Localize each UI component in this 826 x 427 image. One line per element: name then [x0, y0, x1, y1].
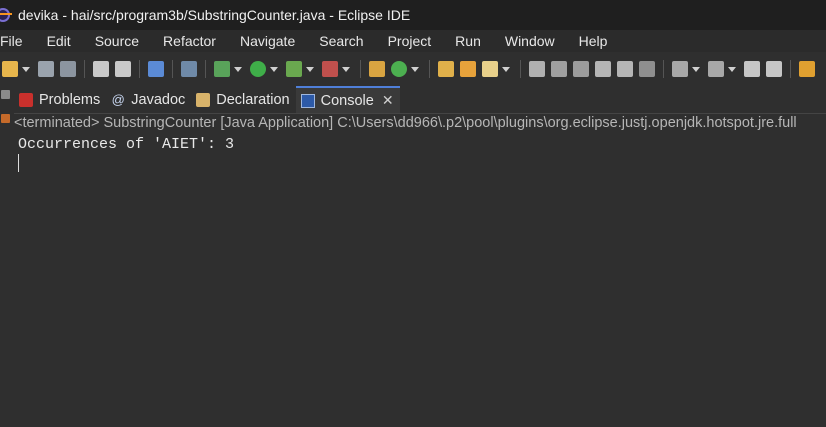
- chevron-down-icon[interactable]: [270, 65, 278, 73]
- chevron-down-icon[interactable]: [342, 65, 350, 73]
- minimize-icon[interactable]: [1, 90, 10, 99]
- tab-label: Declaration: [216, 91, 290, 108]
- menu-project[interactable]: Project: [388, 33, 444, 49]
- chevron-down-icon[interactable]: [234, 65, 242, 73]
- save-icon[interactable]: [38, 61, 54, 77]
- redo-icon[interactable]: [115, 61, 131, 77]
- toolbar-separator: [429, 60, 430, 78]
- javadoc-icon: @: [111, 91, 125, 107]
- save-all-icon[interactable]: [60, 61, 76, 77]
- tab-label: Problems: [39, 91, 101, 108]
- problems-icon: [19, 92, 33, 107]
- back-icon[interactable]: [744, 61, 760, 77]
- toolbar-separator: [139, 60, 140, 78]
- menu-bar: File Edit Source Refactor Navigate Searc…: [0, 30, 826, 52]
- toolbar-separator: [172, 60, 173, 78]
- new-class-icon[interactable]: [391, 61, 407, 77]
- window-titlebar: devika - hai/src/program3b/SubstringCoun…: [0, 0, 826, 30]
- next-annotation-icon[interactable]: [672, 61, 688, 77]
- chevron-down-icon[interactable]: [306, 65, 314, 73]
- console-status-header: <terminated> SubstringCounter [Java Appl…: [14, 113, 826, 134]
- toolbar-separator: [520, 60, 521, 78]
- menu-file[interactable]: File: [0, 33, 35, 49]
- new-java-project-icon[interactable]: [369, 61, 385, 77]
- word-wrap-icon[interactable]: [595, 61, 611, 77]
- previous-annotation-icon[interactable]: [708, 61, 724, 77]
- forward-icon[interactable]: [766, 61, 782, 77]
- debug-icon[interactable]: [214, 61, 230, 77]
- chevron-down-icon[interactable]: [502, 65, 510, 73]
- tab-label: Console: [320, 92, 374, 109]
- undo-icon[interactable]: [93, 61, 109, 77]
- tab-problems[interactable]: Problems: [14, 86, 106, 113]
- declaration-icon: [196, 92, 211, 107]
- text-caret: [18, 154, 19, 172]
- menu-search[interactable]: Search: [319, 33, 375, 49]
- skip-breakpoints-icon[interactable]: [181, 61, 197, 77]
- toggle-breadcrumb-icon[interactable]: [551, 61, 567, 77]
- menu-help[interactable]: Help: [579, 33, 620, 49]
- menu-edit[interactable]: Edit: [47, 33, 83, 49]
- left-trim: [0, 84, 12, 427]
- menu-window[interactable]: Window: [505, 33, 567, 49]
- terminal-icon[interactable]: [148, 61, 164, 77]
- toolbar-separator: [790, 60, 791, 78]
- new-icon[interactable]: [2, 61, 18, 77]
- block-selection-icon[interactable]: [573, 61, 589, 77]
- tab-declaration[interactable]: Declaration: [191, 86, 295, 113]
- tab-console[interactable]: Console ✕: [295, 86, 400, 113]
- chevron-down-icon[interactable]: [692, 65, 700, 73]
- menu-run[interactable]: Run: [455, 33, 493, 49]
- restore-icon[interactable]: [1, 114, 10, 123]
- open-type-icon[interactable]: [438, 61, 454, 77]
- toolbar-separator: [205, 60, 206, 78]
- search-icon[interactable]: [482, 61, 498, 77]
- menu-refactor[interactable]: Refactor: [163, 33, 228, 49]
- console-output-area[interactable]: Occurrences of 'AIET': 3: [14, 134, 826, 427]
- external-tools-icon[interactable]: [322, 61, 338, 77]
- close-icon[interactable]: ✕: [382, 92, 394, 109]
- chevron-down-icon[interactable]: [22, 65, 30, 73]
- run-icon[interactable]: [250, 61, 266, 77]
- eclipse-app-icon: [0, 8, 12, 22]
- main-toolbar: [0, 55, 826, 83]
- menu-navigate[interactable]: Navigate: [240, 33, 307, 49]
- toolbar-separator: [360, 60, 361, 78]
- pilcrow-icon[interactable]: [639, 61, 655, 77]
- last-edit-location-icon[interactable]: [799, 61, 815, 77]
- toolbar-separator: [84, 60, 85, 78]
- console-output-line: Occurrences of 'AIET': 3: [18, 136, 235, 153]
- toggle-mark-occurrences-icon[interactable]: [529, 61, 545, 77]
- show-whitespace-icon[interactable]: [617, 61, 633, 77]
- chevron-down-icon[interactable]: [728, 65, 736, 73]
- tab-javadoc[interactable]: @ Javadoc: [106, 86, 191, 113]
- view-tabs: Problems @ Javadoc Declaration Console ✕: [14, 84, 826, 113]
- toolbar-separator: [663, 60, 664, 78]
- console-icon: [300, 93, 315, 108]
- window-title: devika - hai/src/program3b/SubstringCoun…: [18, 7, 411, 23]
- coverage-icon[interactable]: [286, 61, 302, 77]
- menu-source[interactable]: Source: [95, 33, 151, 49]
- open-resource-icon[interactable]: [460, 61, 476, 77]
- tab-label: Javadoc: [131, 91, 186, 108]
- chevron-down-icon[interactable]: [411, 65, 419, 73]
